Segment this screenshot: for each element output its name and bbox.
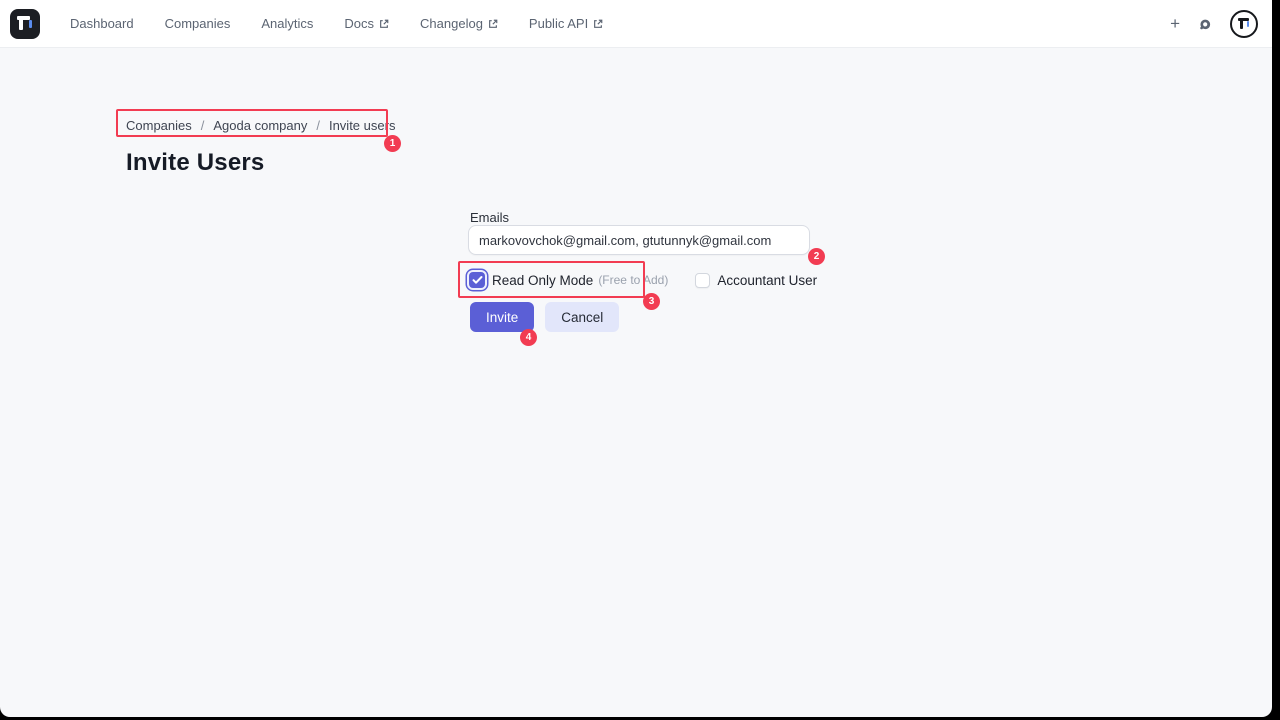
breadcrumb-separator: / [200, 118, 205, 133]
support-headset-button[interactable] [1196, 15, 1214, 33]
accountant-user-label[interactable]: Accountant User [717, 273, 817, 288]
nav-item-label: Companies [164, 16, 231, 31]
breadcrumb-invite-users[interactable]: Invite users [329, 118, 395, 133]
external-link-icon [380, 19, 389, 28]
nav-item-label: Analytics [261, 16, 314, 31]
nav-item-label: Dashboard [70, 16, 134, 31]
page-content: Companies / Agoda company / Invite users… [0, 48, 1272, 717]
add-button[interactable]: + [1170, 15, 1180, 32]
checkmark-icon [472, 276, 482, 284]
nav-item-label: Docs [344, 16, 375, 31]
emails-input[interactable] [468, 225, 810, 255]
form-actions: Invite Cancel [470, 302, 620, 332]
nav-item-analytics[interactable]: Analytics [261, 16, 313, 31]
headset-icon [1200, 19, 1211, 29]
annotation-badge-1: 1 [384, 135, 401, 152]
avatar-t-stem [1240, 17, 1243, 29]
nav-item-label: Changelog [420, 16, 483, 31]
nav-item-companies[interactable]: Companies [165, 16, 231, 31]
nav-item-public-api[interactable]: Public API [529, 16, 603, 31]
breadcrumb: Companies / Agoda company / Invite users [126, 118, 395, 133]
nav-item-dashboard[interactable]: Dashboard [70, 16, 134, 31]
page-title: Invite Users [126, 149, 265, 176]
read-only-mode-checkbox[interactable] [469, 272, 485, 288]
external-link-icon [594, 19, 603, 28]
nav-right-actions: + [1170, 9, 1272, 38]
checkbox-row: Read Only Mode (Free to Add) Accountant … [469, 270, 817, 290]
logo-blue-accent [29, 19, 32, 28]
annotation-badge-3: 3 [643, 293, 660, 310]
top-navigation-bar: Dashboard Companies Analytics Docs Chang… [0, 0, 1272, 48]
breadcrumb-companies[interactable]: Companies [126, 118, 192, 133]
avatar-blue-accent [1247, 20, 1249, 27]
invite-button[interactable]: Invite [470, 302, 535, 332]
external-link-icon [489, 19, 498, 28]
nav-links: Dashboard Companies Analytics Docs Chang… [70, 16, 603, 31]
nav-item-docs[interactable]: Docs [344, 16, 389, 31]
user-avatar[interactable] [1230, 9, 1258, 38]
read-only-mode-hint: (Free to Add) [598, 273, 669, 287]
breadcrumb-agoda-company[interactable]: Agoda company [213, 118, 307, 133]
emails-label: Emails [470, 210, 510, 225]
app-window: Dashboard Companies Analytics Docs Chang… [0, 0, 1272, 717]
annotation-badge-2: 2 [808, 248, 825, 265]
cancel-button[interactable]: Cancel [545, 302, 620, 332]
read-only-mode-label[interactable]: Read Only Mode [492, 273, 593, 288]
accountant-user-checkbox[interactable] [695, 272, 711, 288]
nav-item-label: Public API [528, 16, 589, 31]
nav-item-changelog[interactable]: Changelog [420, 16, 498, 31]
breadcrumb-separator: / [316, 118, 320, 133]
brand-logo-icon[interactable] [10, 8, 40, 39]
logo-t-stem [19, 15, 23, 30]
plus-icon: + [1170, 14, 1180, 33]
